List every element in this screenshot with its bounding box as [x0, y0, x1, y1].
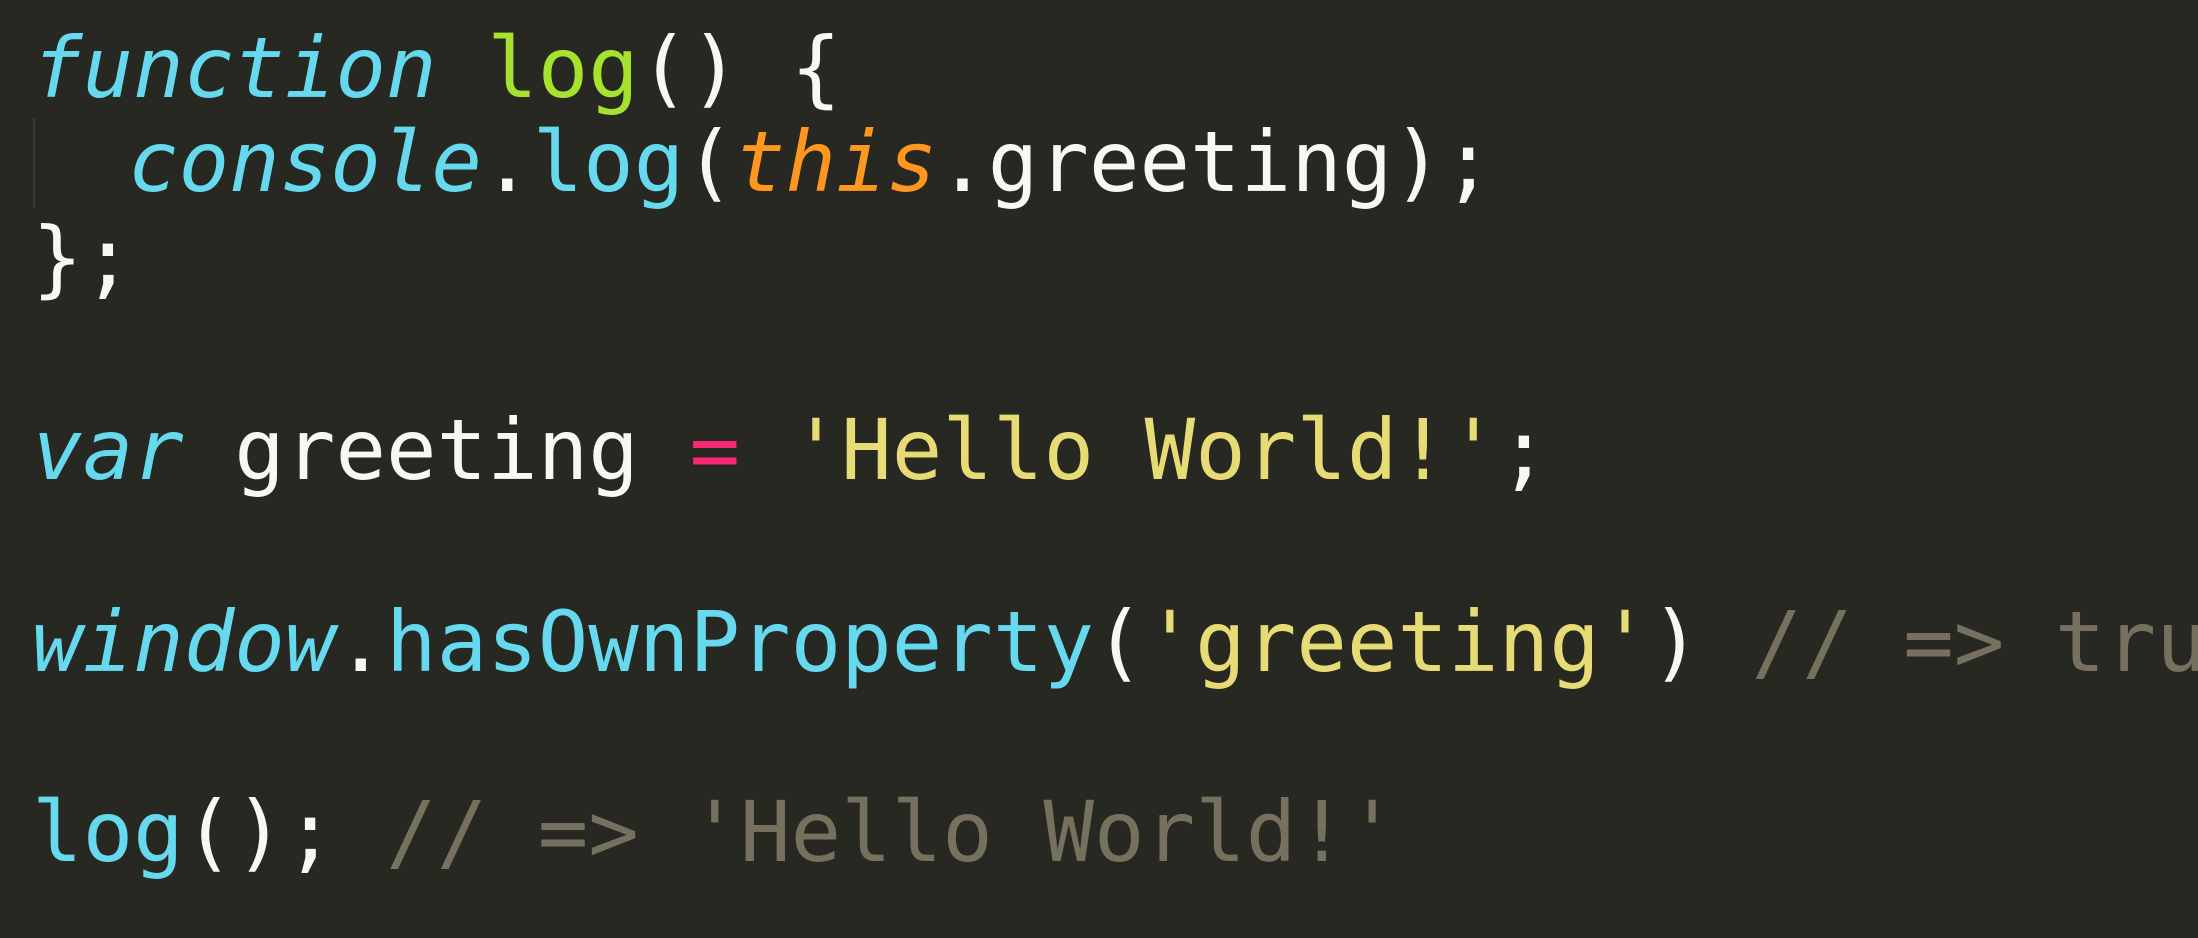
greeting-property: greeting — [987, 113, 1393, 211]
dot: . — [482, 113, 533, 211]
close-brace: }; — [32, 209, 134, 307]
code-line-2: console.log(this.greeting); — [128, 112, 1494, 212]
code-editor[interactable]: function log() { console.log(this.greeti… — [0, 0, 2198, 938]
string-literal: 'greeting' — [1144, 593, 1651, 691]
console-object: console — [128, 113, 483, 211]
log-method: log — [532, 113, 685, 211]
close-paren-semicolon: ); — [1392, 113, 1494, 211]
semicolon: ; — [1498, 401, 1550, 499]
open-paren: ( — [684, 113, 735, 211]
function-keyword: function — [32, 19, 437, 117]
hasownproperty-method: hasOwnProperty — [386, 593, 1095, 691]
comment: // => 'Hello World!' — [386, 783, 1398, 881]
parens-semicolon: (); — [183, 783, 336, 881]
variable-name: greeting — [234, 401, 639, 499]
window-object: window — [32, 593, 336, 691]
indent-guide — [33, 118, 35, 208]
open-brace: { — [790, 19, 842, 117]
dot: . — [937, 113, 988, 211]
assignment-operator: = — [689, 401, 741, 499]
function-name: log — [487, 19, 639, 117]
open-paren: ( — [1094, 593, 1145, 691]
var-keyword: var — [32, 401, 184, 499]
code-line-5: var greeting = 'Hello World!'; — [32, 400, 1549, 500]
comment: // => true — [1751, 593, 2198, 691]
code-line-9: log(); // => 'Hello World!' — [32, 782, 1397, 882]
string-literal: 'Hello World!' — [790, 401, 1499, 499]
parentheses: () — [638, 19, 741, 117]
this-keyword: this — [734, 113, 938, 211]
code-line-7: window.hasOwnProperty('greeting') // => … — [32, 592, 2198, 692]
close-paren: ) — [1650, 593, 1701, 691]
code-line-1: function log() { — [32, 18, 841, 118]
code-line-3: }; — [32, 208, 133, 308]
log-call: log — [32, 783, 184, 881]
dot: . — [335, 593, 387, 691]
